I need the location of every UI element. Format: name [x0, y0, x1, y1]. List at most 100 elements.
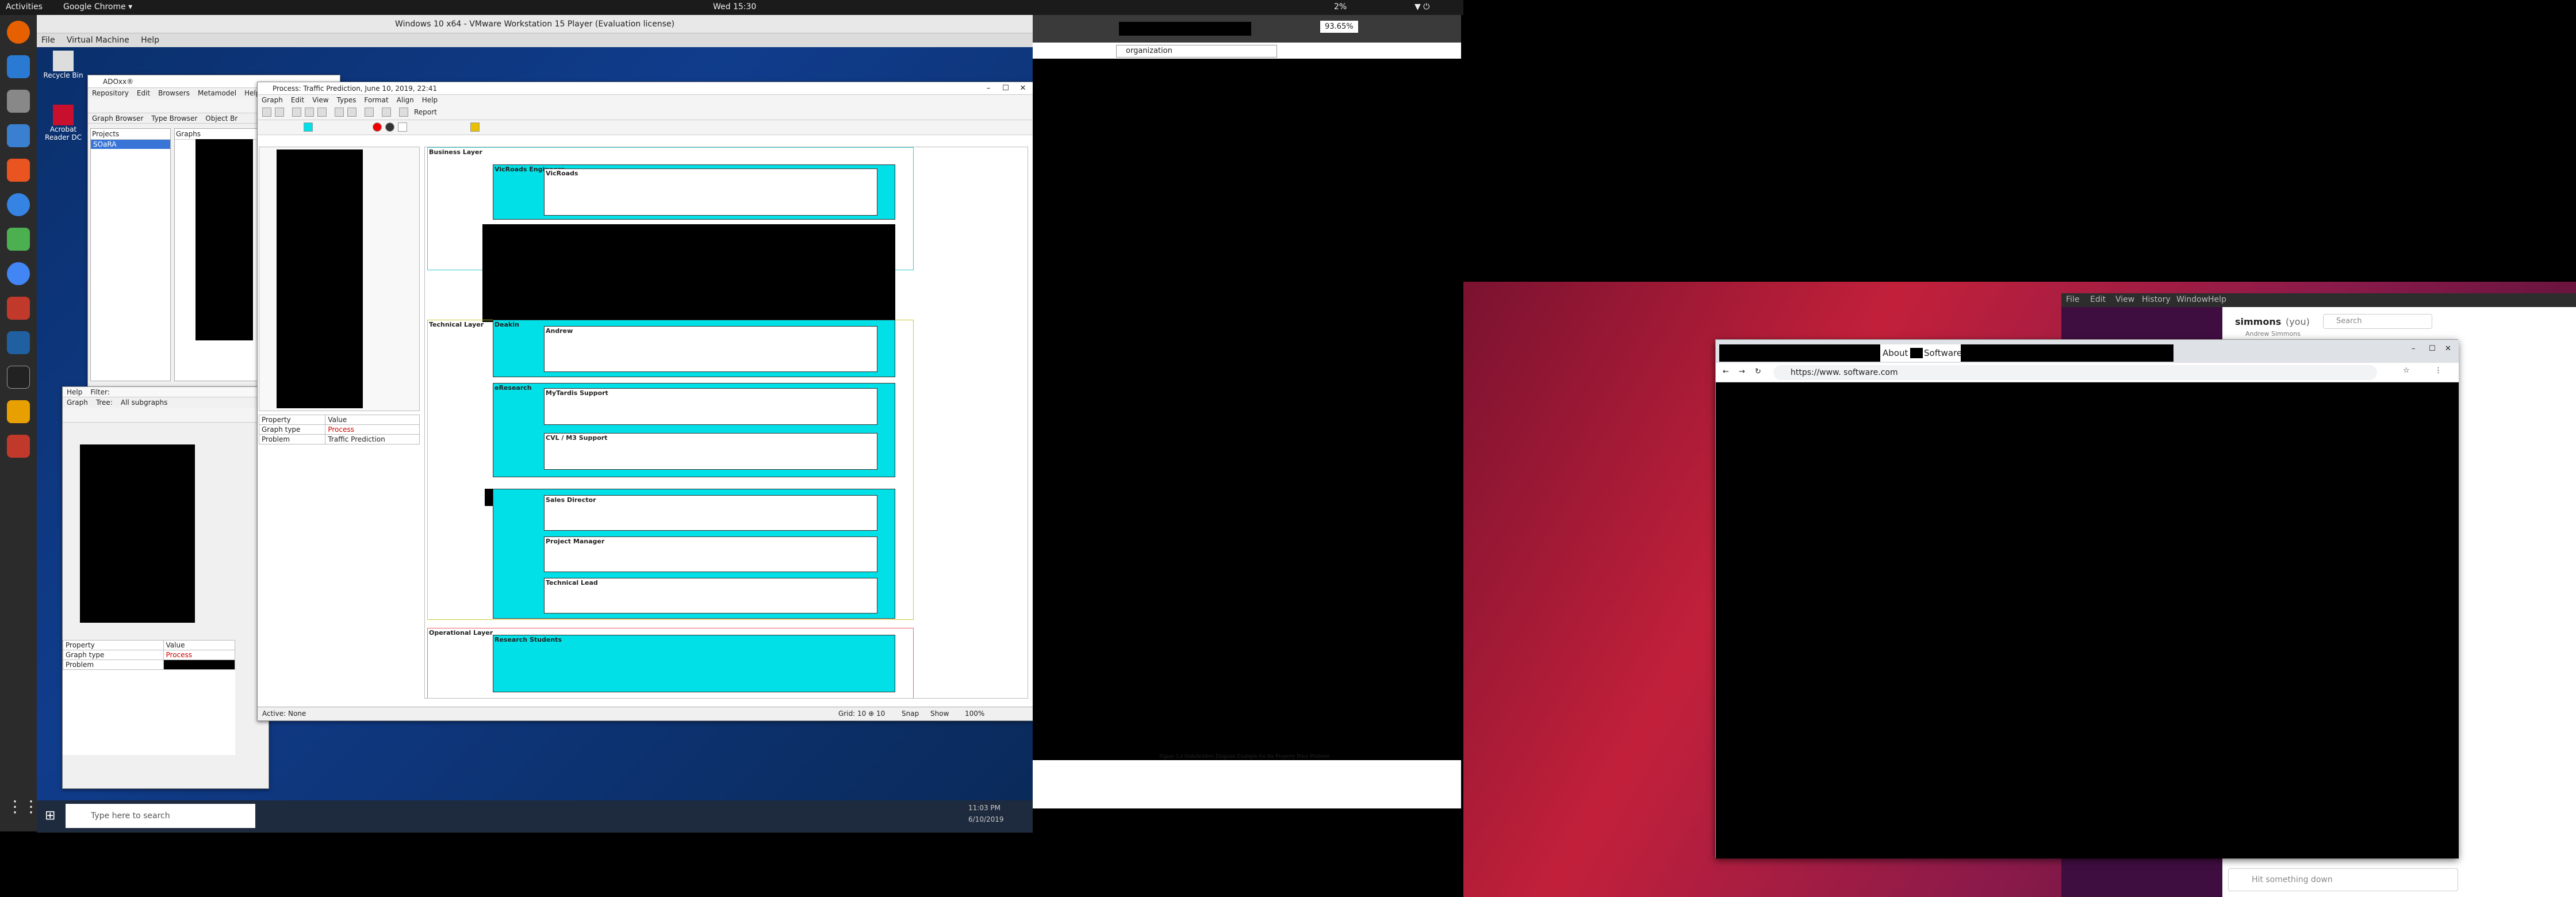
- tab-object-browser[interactable]: Object Br: [205, 114, 237, 122]
- chrome-icon[interactable]: [7, 262, 30, 285]
- vm-menu-vm[interactable]: Virtual Machine: [67, 36, 129, 45]
- menu-repository[interactable]: Repository: [92, 89, 129, 97]
- menu-edit[interactable]: Edit: [291, 96, 304, 104]
- subgraphs-select[interactable]: All subgraphs: [121, 398, 168, 407]
- menu-align[interactable]: Align: [397, 96, 414, 104]
- lane-deakin[interactable]: Deakin Andrew: [493, 320, 895, 377]
- box-mytardis[interactable]: MyTardis Support: [544, 388, 877, 425]
- zoom-field[interactable]: 93.65%: [1320, 21, 1358, 33]
- windows-start-icon[interactable]: ⊞: [45, 808, 55, 823]
- end-tool-icon[interactable]: [385, 122, 394, 132]
- zoom-select[interactable]: 100%: [965, 707, 984, 720]
- recycle-bin[interactable]: Recycle Bin: [40, 51, 86, 79]
- scanner-icon[interactable]: [7, 435, 30, 458]
- star-icon[interactable]: ☆: [2403, 366, 2410, 375]
- chat-menu-help[interactable]: Help: [2208, 295, 2226, 304]
- lane-vicroads-engineers[interactable]: VicRoads Engineers VicRoads: [493, 164, 895, 220]
- url-bar[interactable]: https://www. software.com: [1773, 365, 2377, 380]
- maximize-button[interactable]: ☐: [997, 82, 1014, 95]
- activities-button[interactable]: Activities: [6, 2, 43, 12]
- move-icon[interactable]: [365, 108, 374, 117]
- tab-type-browser[interactable]: Type Browser: [151, 114, 197, 122]
- taskbar-search[interactable]: Type here to search: [66, 804, 255, 828]
- cut-icon[interactable]: [292, 108, 301, 117]
- box-andrew[interactable]: Andrew: [544, 326, 877, 372]
- copy-icon[interactable]: [305, 108, 314, 117]
- chrome-tab[interactable]: About Software: [1719, 344, 2174, 362]
- vm-menu-help[interactable]: Help: [141, 36, 159, 45]
- terminal-icon[interactable]: [7, 366, 30, 389]
- chrome-minimize-button[interactable]: –: [2412, 344, 2416, 353]
- chrome-maximize-button[interactable]: ☐: [2429, 344, 2436, 353]
- software-icon[interactable]: [7, 159, 30, 182]
- files-icon[interactable]: [7, 90, 30, 113]
- help-icon[interactable]: [7, 193, 30, 216]
- lane-company[interactable]: Sales Director Project Manager Technical…: [493, 489, 895, 619]
- lane-eresearch[interactable]: eResearch MyTardis Support CVL / M3 Supp…: [493, 383, 895, 477]
- close-button[interactable]: ✕: [1014, 82, 1032, 95]
- menu-browsers[interactable]: Browsers: [158, 89, 190, 97]
- menu-metamodel[interactable]: Metamodel: [198, 89, 236, 97]
- chat-user-name[interactable]: simmons: [2235, 316, 2281, 327]
- chat-menu-history[interactable]: History: [2142, 295, 2171, 304]
- slack-icon[interactable]: [7, 228, 30, 251]
- menu-types[interactable]: Types: [337, 96, 356, 104]
- find-input[interactable]: organization: [1116, 45, 1277, 57]
- firefox-icon[interactable]: [7, 21, 30, 44]
- show-checkbox[interactable]: Show: [930, 707, 949, 720]
- swimlane-tool-icon[interactable]: [304, 122, 313, 132]
- app-menu[interactable]: Google Chrome ▾: [63, 2, 132, 12]
- navigator-panel: [259, 147, 420, 411]
- forward-icon[interactable]: →: [1739, 367, 1745, 376]
- filezilla-icon[interactable]: [7, 400, 30, 423]
- system-tray[interactable]: ▼ ⏻: [1414, 2, 1429, 12]
- report-button[interactable]: Report: [414, 108, 437, 116]
- new-icon[interactable]: [262, 108, 271, 117]
- event-tool-icon[interactable]: [373, 122, 382, 132]
- redo-icon[interactable]: [347, 108, 356, 117]
- chat-menu-edit[interactable]: Edit: [2090, 295, 2106, 304]
- back-icon[interactable]: ←: [1723, 367, 1729, 376]
- chat-search-input[interactable]: Search: [2323, 314, 2432, 329]
- box-techlead[interactable]: Technical Lead: [544, 578, 877, 614]
- chat-menu-window[interactable]: Window: [2176, 295, 2208, 304]
- snap-checkbox[interactable]: Snap: [902, 707, 919, 720]
- undo-icon[interactable]: [335, 108, 344, 117]
- box-pm[interactable]: Project Manager: [544, 536, 877, 572]
- menu-graph[interactable]: Graph: [262, 96, 283, 104]
- lane-research-students[interactable]: Research Students: [493, 635, 895, 692]
- chat-menu-view[interactable]: View: [2115, 295, 2134, 304]
- chat-message-input[interactable]: Hit something down: [2228, 868, 2458, 891]
- menu-view[interactable]: View: [312, 96, 328, 104]
- model-canvas[interactable]: Business Layer VicRoads Engineers VicRoa…: [424, 147, 1028, 699]
- paste-icon[interactable]: [317, 108, 327, 117]
- chrome-close-button[interactable]: ✕: [2445, 344, 2451, 353]
- help-button[interactable]: Help: [67, 388, 82, 396]
- writer-icon[interactable]: [7, 124, 30, 147]
- triangle-tool-icon[interactable]: [398, 122, 407, 132]
- reload-icon[interactable]: ↻: [1755, 367, 1761, 376]
- chat-menu-file[interactable]: File: [2066, 295, 2079, 304]
- project-item[interactable]: SOaRA: [91, 140, 170, 149]
- chrome-menu-icon[interactable]: ⋮: [2435, 366, 2442, 375]
- zoom-icon[interactable]: [382, 108, 391, 117]
- box-sales[interactable]: Sales Director: [544, 495, 877, 531]
- menu-help[interactable]: Help: [422, 96, 438, 104]
- menu-edit[interactable]: Edit: [137, 89, 150, 97]
- eclipse-icon[interactable]: [7, 331, 30, 354]
- box-cvl[interactable]: CVL / M3 Support: [544, 433, 877, 470]
- box-vicroads[interactable]: VicRoads: [544, 168, 877, 216]
- thunderbird-icon[interactable]: [7, 55, 30, 78]
- clock[interactable]: Wed 15:30: [713, 2, 756, 12]
- minimize-button[interactable]: –: [980, 82, 997, 95]
- acrobat-reader[interactable]: Acrobat Reader DC: [40, 105, 86, 141]
- recycle-bin-label: Recycle Bin: [43, 71, 83, 79]
- delete-icon[interactable]: [399, 108, 408, 117]
- menu-format[interactable]: Format: [364, 96, 388, 104]
- note-tool-icon[interactable]: [470, 122, 480, 132]
- tab-graph-browser[interactable]: Graph Browser: [92, 114, 143, 122]
- print-icon[interactable]: [275, 108, 284, 117]
- vm-menu-file[interactable]: File: [41, 36, 55, 45]
- app-icon[interactable]: [7, 297, 30, 320]
- show-apps-icon[interactable]: ⋮⋮: [7, 797, 39, 820]
